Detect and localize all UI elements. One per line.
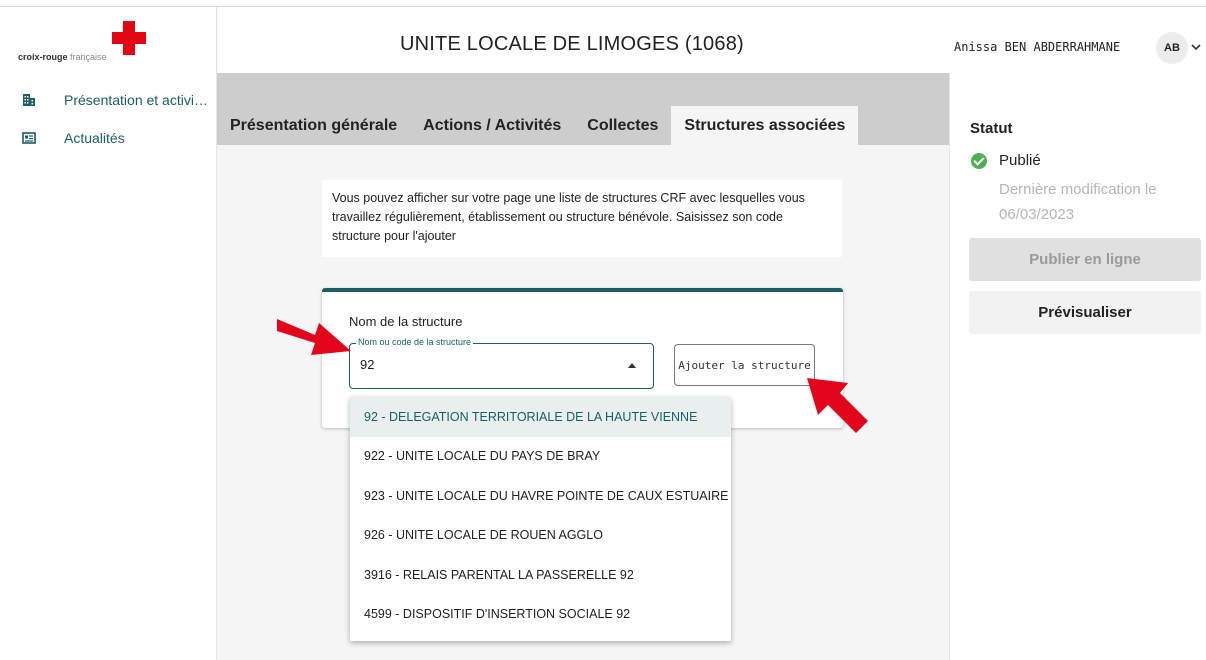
user-avatar[interactable]: AB	[1156, 32, 1188, 64]
sidebar-item-actualites[interactable]: Actualités	[0, 127, 216, 153]
newspaper-icon	[22, 131, 36, 145]
sidebar: Présentation et activités Actualités	[0, 73, 217, 660]
publish-button[interactable]: Publier en ligne	[969, 238, 1201, 281]
red-cross-icon	[112, 21, 146, 55]
status-panel: Statut Publié Dernière modification le 0…	[949, 73, 1206, 660]
status-value: Publié	[999, 152, 1041, 169]
structure-search-field[interactable]: Nom ou code de la structure	[349, 337, 654, 389]
last-modified-text: Dernière modification le 06/03/2023	[999, 181, 1157, 223]
preview-button[interactable]: Prévisualiser	[969, 291, 1201, 334]
croix-rouge-logo[interactable]: croix-rouge française	[0, 7, 217, 74]
annotation-arrow-icon	[277, 319, 351, 355]
dropdown-option[interactable]: 3916 - RELAIS PARENTAL LA PASSERELLE 92	[350, 555, 731, 595]
check-circle-icon	[971, 153, 987, 169]
tab-structures-associees[interactable]: Structures associées	[671, 106, 859, 145]
structure-search-input[interactable]	[360, 357, 610, 372]
dropdown-arrow-icon[interactable]	[628, 363, 636, 368]
user-name: Anissa BEN ABDERRAHMANE	[954, 40, 1121, 54]
add-structure-button[interactable]: Ajouter la structure	[674, 344, 815, 386]
autocomplete-dropdown: 92 - DELEGATION TERRITORIALE DE LA HAUTE…	[350, 397, 731, 641]
sidebar-item-presentation[interactable]: Présentation et activités	[0, 89, 216, 115]
annotation-arrow-icon	[807, 378, 868, 433]
status-title: Statut	[970, 120, 1013, 137]
dropdown-option[interactable]: 923 - UNITE LOCALE DU HAVRE POINTE DE CA…	[350, 476, 731, 516]
top-header: croix-rouge française UNITE LOCALE DE LI…	[0, 6, 1206, 74]
dropdown-option[interactable]: 922 - UNITE LOCALE DU PAYS DE BRAY	[350, 437, 731, 477]
info-text: Vous pouvez afficher sur votre page une …	[322, 180, 842, 257]
page-title: UNITE LOCALE DE LIMOGES (1068)	[400, 33, 744, 55]
chevron-down-icon[interactable]	[1191, 40, 1201, 54]
field-label: Nom ou code de la structure	[356, 337, 474, 347]
building-icon	[22, 93, 36, 107]
tab-list: Présentation générale Actions / Activité…	[217, 106, 859, 145]
tab-collectes[interactable]: Collectes	[574, 106, 671, 145]
dropdown-option[interactable]: 926 - UNITE LOCALE DE ROUEN AGGLO	[350, 516, 731, 556]
tab-presentation-generale[interactable]: Présentation générale	[217, 106, 410, 145]
dropdown-option[interactable]: 4599 - DISPOSITIF D'INSERTION SOCIALE 92	[350, 595, 731, 635]
dropdown-option[interactable]: 92 - DELEGATION TERRITORIALE DE LA HAUTE…	[350, 397, 731, 437]
logo-wordmark: croix-rouge française	[18, 52, 107, 62]
sidebar-item-label: Présentation et activités	[64, 92, 210, 108]
sidebar-item-label: Actualités	[64, 130, 125, 146]
card-title: Nom de la structure	[349, 314, 463, 329]
tab-actions-activites[interactable]: Actions / Activités	[410, 106, 574, 145]
